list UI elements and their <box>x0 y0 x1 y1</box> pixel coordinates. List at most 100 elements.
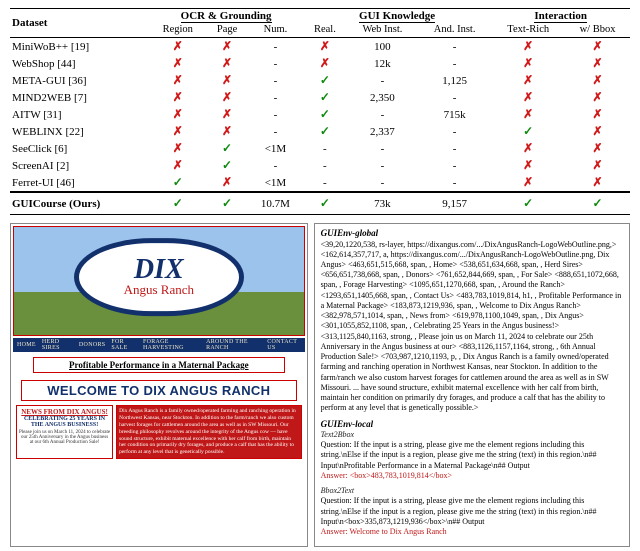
about-panel: Dix Angus Ranch is a family owned/operat… <box>116 405 302 459</box>
cell-txt: ✗ <box>491 140 565 157</box>
cell-region: ✓ <box>149 174 206 192</box>
cell-web: 12k <box>347 55 418 72</box>
cell-real: ✗ <box>303 38 347 56</box>
webpage-mock: DIX Angus Ranch HOMEHERD SIRESDONORSFOR … <box>10 223 308 547</box>
cell-region: ✗ <box>149 89 206 106</box>
navbar: HOMEHERD SIRESDONORSFOR SALEFORAGE HARVE… <box>13 338 305 352</box>
comparison-table: Dataset OCR & Grounding GUI Knowledge In… <box>10 8 630 215</box>
bbox2text-question: Question: If the input is a string, plea… <box>321 496 623 527</box>
guienv-global-label: GUIEnv-global <box>321 228 623 240</box>
cell-web: - <box>347 174 418 192</box>
cell-web: 2,337 <box>347 123 418 140</box>
nav-item: DONORS <box>79 342 105 348</box>
cell-txt: ✗ <box>491 55 565 72</box>
cell-and: - <box>418 140 491 157</box>
cell-bbox: ✗ <box>565 123 630 140</box>
nav-item: FORAGE HARVESTING <box>143 339 200 351</box>
cell-num: <1M <box>248 140 303 157</box>
table-row: META-GUI [36]✗✗-✓-1,125✗✗ <box>10 72 630 89</box>
sub-page: Page <box>206 23 248 38</box>
cell-page: ✗ <box>206 38 248 56</box>
cell-page: ✗ <box>206 89 248 106</box>
cell-num: - <box>248 106 303 123</box>
dataset-name: WEBLINX [22] <box>10 123 149 140</box>
cell-num: - <box>248 55 303 72</box>
cell-bbox: ✗ <box>565 106 630 123</box>
cell-txt: ✗ <box>491 106 565 123</box>
cell-num: - <box>248 38 303 56</box>
page-root: Dataset OCR & Grounding GUI Knowledge In… <box>0 0 640 551</box>
cell-bbox: ✗ <box>565 38 630 56</box>
dataset-name: META-GUI [36] <box>10 72 149 89</box>
bottom-panels: NEWS FROM DIX ANGUS! CELEBRATING 25 YEAR… <box>13 405 305 461</box>
dataset-name: WebShop [44] <box>10 55 149 72</box>
cell-region: ✗ <box>149 106 206 123</box>
cell-page: ✗ <box>206 106 248 123</box>
cell-num: - <box>248 89 303 106</box>
cell-bbox: ✗ <box>565 174 630 192</box>
cell-txt: ✗ <box>491 38 565 56</box>
sub-bbox: w/ Bbox <box>565 23 630 38</box>
sub-real: Real. <box>303 23 347 38</box>
table-row: MiniWoB++ [19]✗✗-✗100-✗✗ <box>10 38 630 56</box>
group-gui: GUI Knowledge <box>303 9 492 24</box>
dataset-name: MIND2WEB [7] <box>10 89 149 106</box>
cell-real: - <box>303 174 347 192</box>
table-row: WebShop [44]✗✗-✗12k-✗✗ <box>10 55 630 72</box>
cell-bbox: ✗ <box>565 140 630 157</box>
cell-and: - <box>418 157 491 174</box>
logo-main: DIX <box>124 256 194 284</box>
cell-web: 100 <box>347 38 418 56</box>
cell-bbox: ✗ <box>565 55 630 72</box>
sub-web: Web Inst. <box>347 23 418 38</box>
table-row: ScreenAI [2]✗✓----✗✗ <box>10 157 630 174</box>
cell-bbox: ✗ <box>565 72 630 89</box>
cell-and: 1,125 <box>418 72 491 89</box>
cell-region: ✗ <box>149 157 206 174</box>
nav-item: CONTACT US <box>267 339 300 351</box>
sub-num: Num. <box>248 23 303 38</box>
guienv-local-label: GUIEnv-local <box>321 419 623 431</box>
text2bbox-answer: Answer: <box>483,783,1019,814</box> <box>321 471 623 481</box>
cell-page: ✓ <box>206 157 248 174</box>
cell-region: ✗ <box>149 38 206 56</box>
cell-page: ✓ <box>206 140 248 157</box>
cell-and: 715k <box>418 106 491 123</box>
cell-txt: ✗ <box>491 157 565 174</box>
cell-real: ✓ <box>303 123 347 140</box>
bbox2text-label: Bbox2Text <box>321 486 623 496</box>
cell-region: ✗ <box>149 123 206 140</box>
cell-web: - <box>347 72 418 89</box>
cell-web: 2,350 <box>347 89 418 106</box>
table-row: AITW [31]✗✗-✓-715k✗✗ <box>10 106 630 123</box>
nav-item: HOME <box>17 342 36 348</box>
news-small: Please join us on March 11, 2024 to cele… <box>19 430 110 445</box>
cell-real: - <box>303 140 347 157</box>
cell-web: - <box>347 106 418 123</box>
cell-and: - <box>418 89 491 106</box>
cell-and: - <box>418 123 491 140</box>
welcome-banner: WELCOME TO DIX ANGUS RANCH <box>21 380 297 401</box>
cell-real: ✗ <box>303 55 347 72</box>
cell-region: ✗ <box>149 72 206 89</box>
cell-page: ✗ <box>206 55 248 72</box>
sub-txt: Text-Rich <box>491 23 565 38</box>
text2bbox-label: Text2Bbox <box>321 430 623 440</box>
table-row: SeeClick [6]✗✓<1M---✗✗ <box>10 140 630 157</box>
dataset-name: AITW [31] <box>10 106 149 123</box>
sub-and: And. Inst. <box>418 23 491 38</box>
cell-real: ✓ <box>303 106 347 123</box>
cell-real: ✓ <box>303 72 347 89</box>
group-ocr: OCR & Grounding <box>149 9 302 24</box>
guienv-global-body: <39,20,1220,538, rs-layer, https://dixan… <box>321 240 623 414</box>
logo-sub: Angus Ranch <box>124 282 194 298</box>
cell-txt: ✗ <box>491 174 565 192</box>
dataset-name: Ferret-UI [46] <box>10 174 149 192</box>
cell-web: - <box>347 140 418 157</box>
text2bbox-question: Question: If the input is a string, plea… <box>321 440 623 471</box>
news-body: CELEBRATING 25 YEARS IN THE ANGUS BUSINE… <box>19 416 110 428</box>
bbox2text-answer: Answer: Welcome to Dix Angus Ranch <box>321 527 623 537</box>
annotation-panel: GUIEnv-global <39,20,1220,538, rs-layer,… <box>314 223 630 547</box>
cell-region: ✗ <box>149 140 206 157</box>
cell-num: - <box>248 157 303 174</box>
